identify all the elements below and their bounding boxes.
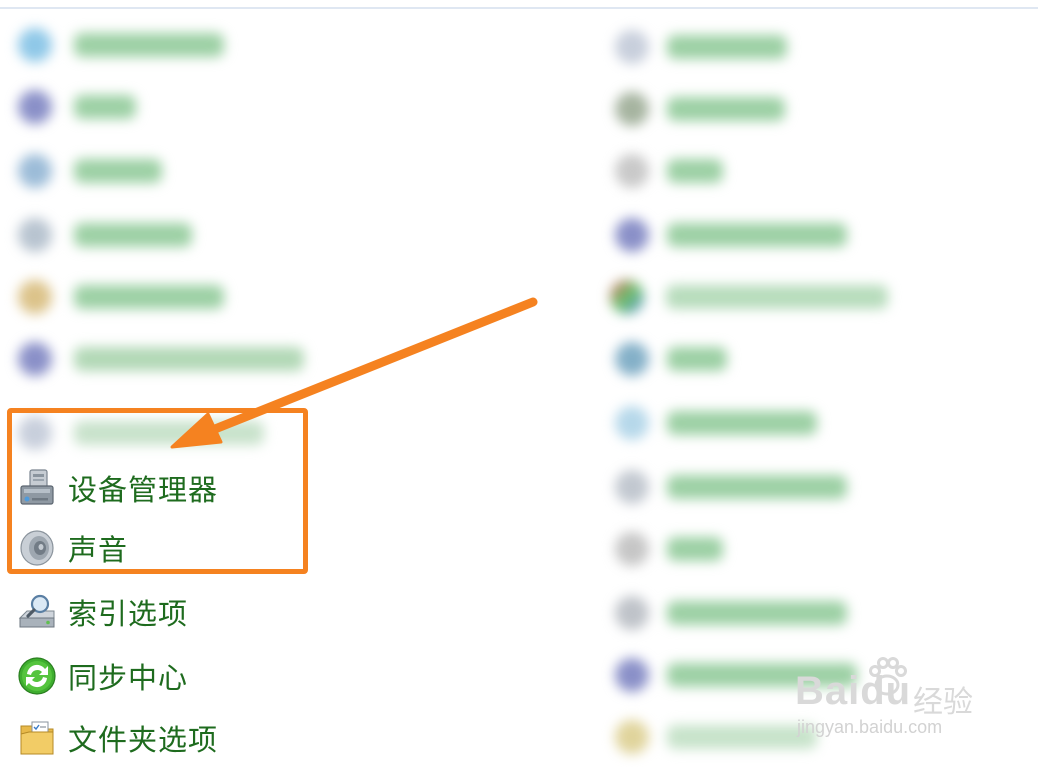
- blurred-item: [615, 150, 730, 190]
- sync-center-icon: [16, 655, 58, 697]
- baidu-paw-icon: [869, 657, 907, 696]
- sync-center-label: 同步中心: [68, 661, 189, 695]
- annotation-arrow-icon: [170, 297, 538, 449]
- indexing-options-label: 索引选项: [68, 597, 189, 631]
- blurred-item: [615, 592, 855, 632]
- window-top-border: [0, 7, 1038, 9]
- blurred-item: [18, 338, 308, 378]
- blurred-item: [615, 528, 730, 568]
- baidu-watermark: Baidu 经验 jingyan.baidu.com: [795, 655, 995, 745]
- blurred-item: [610, 276, 895, 316]
- indexing-options-icon: [16, 591, 58, 633]
- blurred-item: [18, 86, 138, 126]
- blurred-item: [615, 88, 790, 128]
- blurred-item: [18, 150, 162, 190]
- control-panel-item-indexing-options[interactable]: 索引选项: [16, 590, 188, 634]
- control-panel-item-sync-center[interactable]: 同步中心: [16, 654, 188, 698]
- folder-options-icon: [16, 717, 58, 759]
- watermark-url: jingyan.baidu.com: [797, 717, 943, 737]
- blurred-item: [615, 26, 795, 66]
- blurred-item: [18, 24, 228, 64]
- blurred-item: [615, 716, 825, 756]
- annotation-highlight-box: [7, 408, 308, 574]
- blurred-item: [615, 466, 855, 506]
- blurred-item: [18, 214, 198, 254]
- folder-options-label: 文件夹选项: [68, 723, 219, 757]
- blurred-item: [18, 276, 228, 316]
- blurred-item: [615, 214, 855, 254]
- blurred-item: [615, 402, 825, 442]
- watermark-cn-text: 经验: [913, 685, 973, 720]
- control-panel-item-folder-options[interactable]: 文件夹选项: [16, 716, 218, 760]
- blurred-item: [615, 338, 735, 378]
